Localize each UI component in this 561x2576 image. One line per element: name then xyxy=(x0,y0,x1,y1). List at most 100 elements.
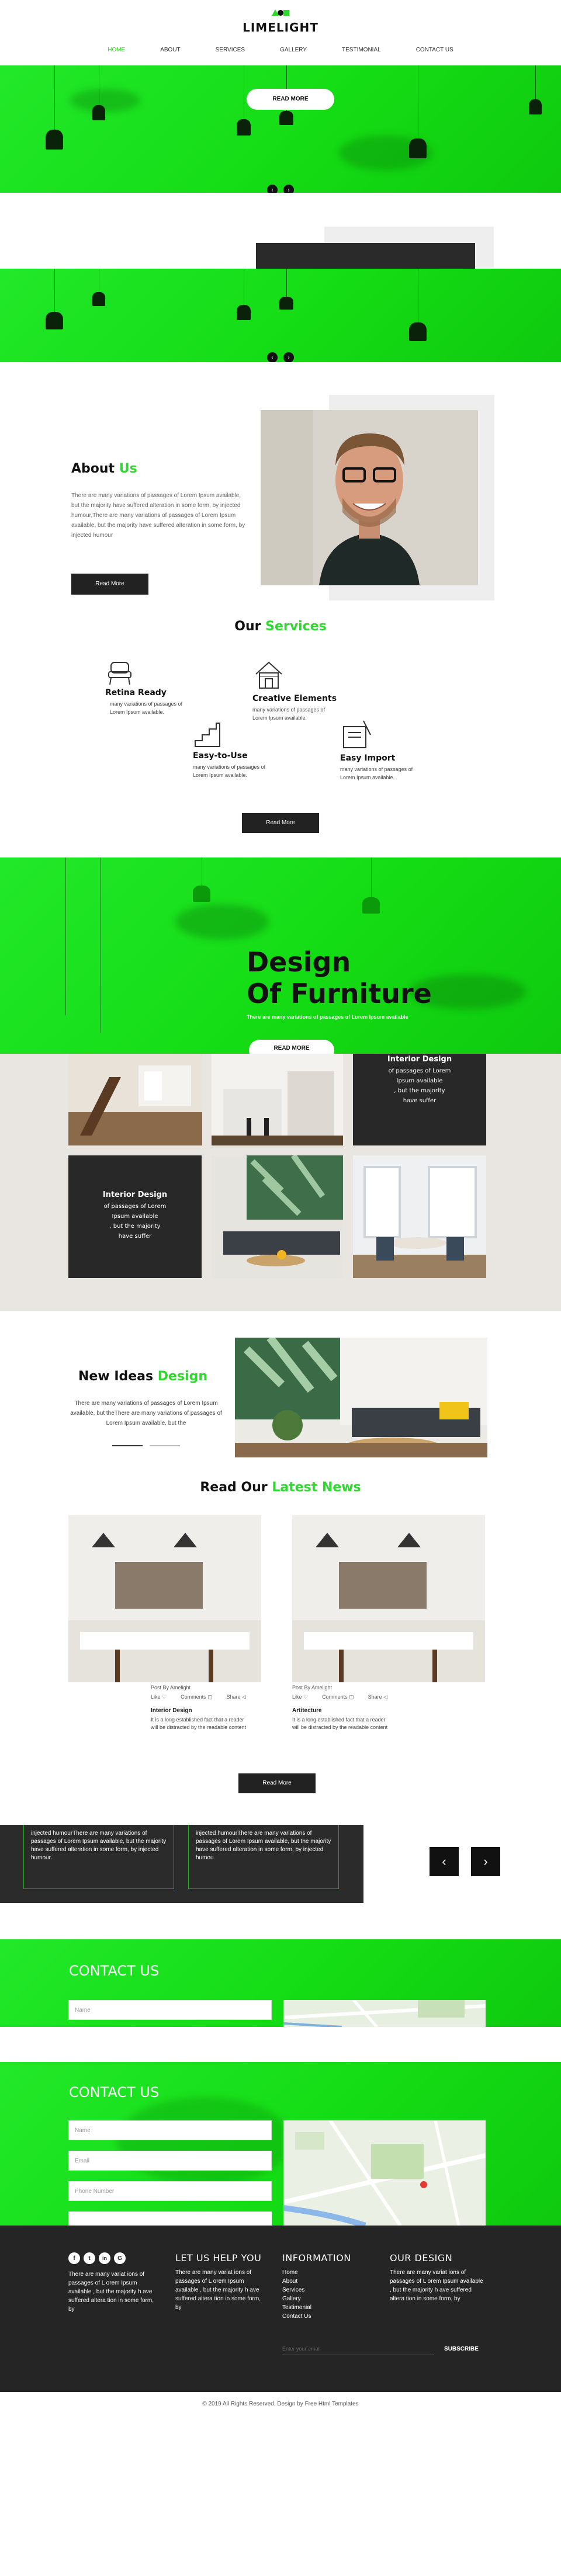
newsletter-email-input[interactable]: Enter your email xyxy=(282,2342,434,2355)
services-read-more-button[interactable]: Read More xyxy=(242,813,319,833)
living-room-photo xyxy=(235,1338,487,1457)
photo-preview xyxy=(256,243,475,269)
footer-link-services[interactable]: Services xyxy=(282,2286,376,2294)
news-post-title[interactable]: Artitecture xyxy=(292,1707,392,1714)
news-actions: Like ♡ Comments ▢ Share ◁ xyxy=(151,1694,250,1700)
design-hero: Design Of Furniture There are many varia… xyxy=(0,857,561,1054)
footer-help-text: There are many variat ions of passages o… xyxy=(175,2269,261,2311)
share-button[interactable]: Share ◁ xyxy=(368,1694,387,1700)
nav-testimonial[interactable]: TESTIMONIAL xyxy=(324,47,399,53)
like-button[interactable]: Like ♡ xyxy=(151,1694,167,1700)
testimonial-prev-button[interactable]: ‹ xyxy=(430,1847,459,1876)
contact-title: CONTACT US xyxy=(69,2084,160,2101)
nav-home[interactable]: HOME xyxy=(90,47,143,53)
nav-contact[interactable]: CONTACT US xyxy=(399,47,471,53)
footer-col-design: OUR DESIGN There are many variat ions of… xyxy=(390,2252,489,2303)
copyright: © 2019 All Rights Reserved. Design by Fr… xyxy=(202,2401,359,2407)
footer-link-testimonial[interactable]: Testimonial xyxy=(282,2303,376,2312)
comments-button[interactable]: Comments ▢ xyxy=(322,1694,354,1700)
next-arrow-icon[interactable]: › xyxy=(283,352,294,362)
hero-slider: READ MORE ‹ › xyxy=(0,65,561,193)
about-title: About Us xyxy=(71,461,137,476)
message-input[interactable] xyxy=(68,2212,272,2226)
service-title: Retina Ready xyxy=(105,688,167,697)
gallery-text-tile: Interior Design of passages of Lorem Ips… xyxy=(353,1054,486,1145)
pendant-lamp-icon xyxy=(237,269,251,327)
service-card: Creative Elements many variations of pas… xyxy=(252,659,352,722)
contact-section-2: CONTACT US Name Email Phone Number xyxy=(0,2062,561,2226)
testimonial-next-button[interactable]: › xyxy=(471,1847,500,1876)
news-author: Post By Amelight xyxy=(151,1685,191,1690)
contact-section-1: CONTACT US Name xyxy=(0,1939,561,2027)
phone-input[interactable]: Phone Number xyxy=(68,2181,272,2201)
map-preview[interactable] xyxy=(283,1999,486,2027)
news-post-title[interactable]: Interior Design xyxy=(151,1707,250,1714)
google-icon[interactable]: G xyxy=(114,2252,126,2264)
news-author: Post By Amelight xyxy=(292,1685,333,1690)
service-text: many variations of passages of Lorem Ips… xyxy=(340,766,413,780)
footer-col-information: INFORMATION Home About Services Gallery … xyxy=(282,2252,376,2321)
footer: f t in G There are many variat ions of p… xyxy=(0,2226,561,2392)
social-links: f t in G xyxy=(68,2252,162,2264)
pendant-lamp-icon xyxy=(409,269,427,345)
lamp-shadow xyxy=(70,89,140,112)
footer-link-about[interactable]: About xyxy=(282,2277,376,2286)
footer-info-title: INFORMATION xyxy=(282,2252,351,2263)
footer-design-title: OUR DESIGN xyxy=(390,2252,453,2263)
subscribe-button[interactable]: SUBSCRIBE xyxy=(444,2346,479,2352)
testimonial-card: injected humourThere are many variations… xyxy=(23,1825,174,1889)
logo[interactable]: LIMELIGHT xyxy=(0,8,561,34)
next-arrow-icon[interactable]: › xyxy=(283,185,294,193)
house-icon xyxy=(252,659,285,692)
dot-indicator[interactable] xyxy=(150,1445,180,1446)
about-read-more-button[interactable]: Read More xyxy=(71,574,148,595)
news-card: Post By Amelight Like ♡ Comments ▢ Share… xyxy=(292,1685,392,1731)
prev-arrow-icon[interactable]: ‹ xyxy=(267,185,278,193)
name-input[interactable]: Name xyxy=(68,2000,272,2020)
comments-button[interactable]: Comments ▢ xyxy=(181,1694,213,1700)
nav-gallery[interactable]: GALLERY xyxy=(262,47,324,53)
logo-mark-icon xyxy=(272,8,289,16)
nav-about[interactable]: ABOUT xyxy=(143,47,198,53)
footer-design-text: There are many variat ions of passages o… xyxy=(390,2269,483,2302)
dot-indicator[interactable] xyxy=(112,1445,143,1446)
design-read-more-button[interactable]: READ MORE xyxy=(249,1040,334,1054)
pendant-lamp-icon xyxy=(279,269,293,315)
service-card: Retina Ready many variations of passages… xyxy=(105,659,199,716)
nav-services[interactable]: SERVICES xyxy=(198,47,262,53)
news-read-more-button[interactable]: Read More xyxy=(238,1773,316,1793)
chair-icon xyxy=(105,659,138,686)
new-ideas-section: New Ideas Design There are many variatio… xyxy=(0,1311,561,1480)
new-ideas-text: There are many variations of passages of… xyxy=(70,1400,222,1426)
footer-link-gallery[interactable]: Gallery xyxy=(282,2294,376,2303)
name-input[interactable]: Name xyxy=(68,2120,272,2140)
hero-read-more-button[interactable]: READ MORE xyxy=(247,89,334,110)
contact-title: CONTACT US xyxy=(69,1963,160,1979)
share-button[interactable]: Share ◁ xyxy=(227,1694,246,1700)
pendant-lamp-icon xyxy=(46,65,63,153)
like-button[interactable]: Like ♡ xyxy=(292,1694,308,1700)
stairs-icon xyxy=(193,720,222,749)
pendant-lamp-icon xyxy=(529,65,542,118)
prev-arrow-icon[interactable]: ‹ xyxy=(267,352,278,362)
header: LIMELIGHT HOME ABOUT SERVICES GALLERY TE… xyxy=(0,0,561,65)
news-section: Read Our Latest News Post By Amelight Li… xyxy=(0,1480,561,1801)
gallery-section: Interior Design of passages of Lorem Ips… xyxy=(0,1054,561,1311)
living-room-photo xyxy=(212,1155,343,1278)
gallery-text-tile: Interior Design of passages of Lorem Ips… xyxy=(68,1155,202,1278)
facebook-icon[interactable]: f xyxy=(68,2252,80,2264)
footer-link-contact[interactable]: Contact Us xyxy=(282,2312,376,2321)
kitchen-photo xyxy=(212,1054,343,1145)
linkedin-icon[interactable]: in xyxy=(99,2252,110,2264)
page: LIMELIGHT HOME ABOUT SERVICES GALLERY TE… xyxy=(0,0,561,2576)
footer-link-home[interactable]: Home xyxy=(282,2268,376,2277)
pendant-lamp-icon xyxy=(193,857,210,904)
twitter-icon[interactable]: t xyxy=(84,2252,95,2264)
pendant-lamp-icon xyxy=(92,65,105,124)
footer-col-help: LET US HELP YOU There are many variat io… xyxy=(175,2252,269,2312)
news-card: Post By Amelight Like ♡ Comments ▢ Share… xyxy=(151,1685,250,1731)
hero-slider-2: ‹ › xyxy=(0,269,561,362)
map[interactable] xyxy=(283,2119,486,2226)
email-input[interactable]: Email xyxy=(68,2151,272,2171)
main-nav: HOME ABOUT SERVICES GALLERY TESTIMONIAL … xyxy=(0,47,561,53)
